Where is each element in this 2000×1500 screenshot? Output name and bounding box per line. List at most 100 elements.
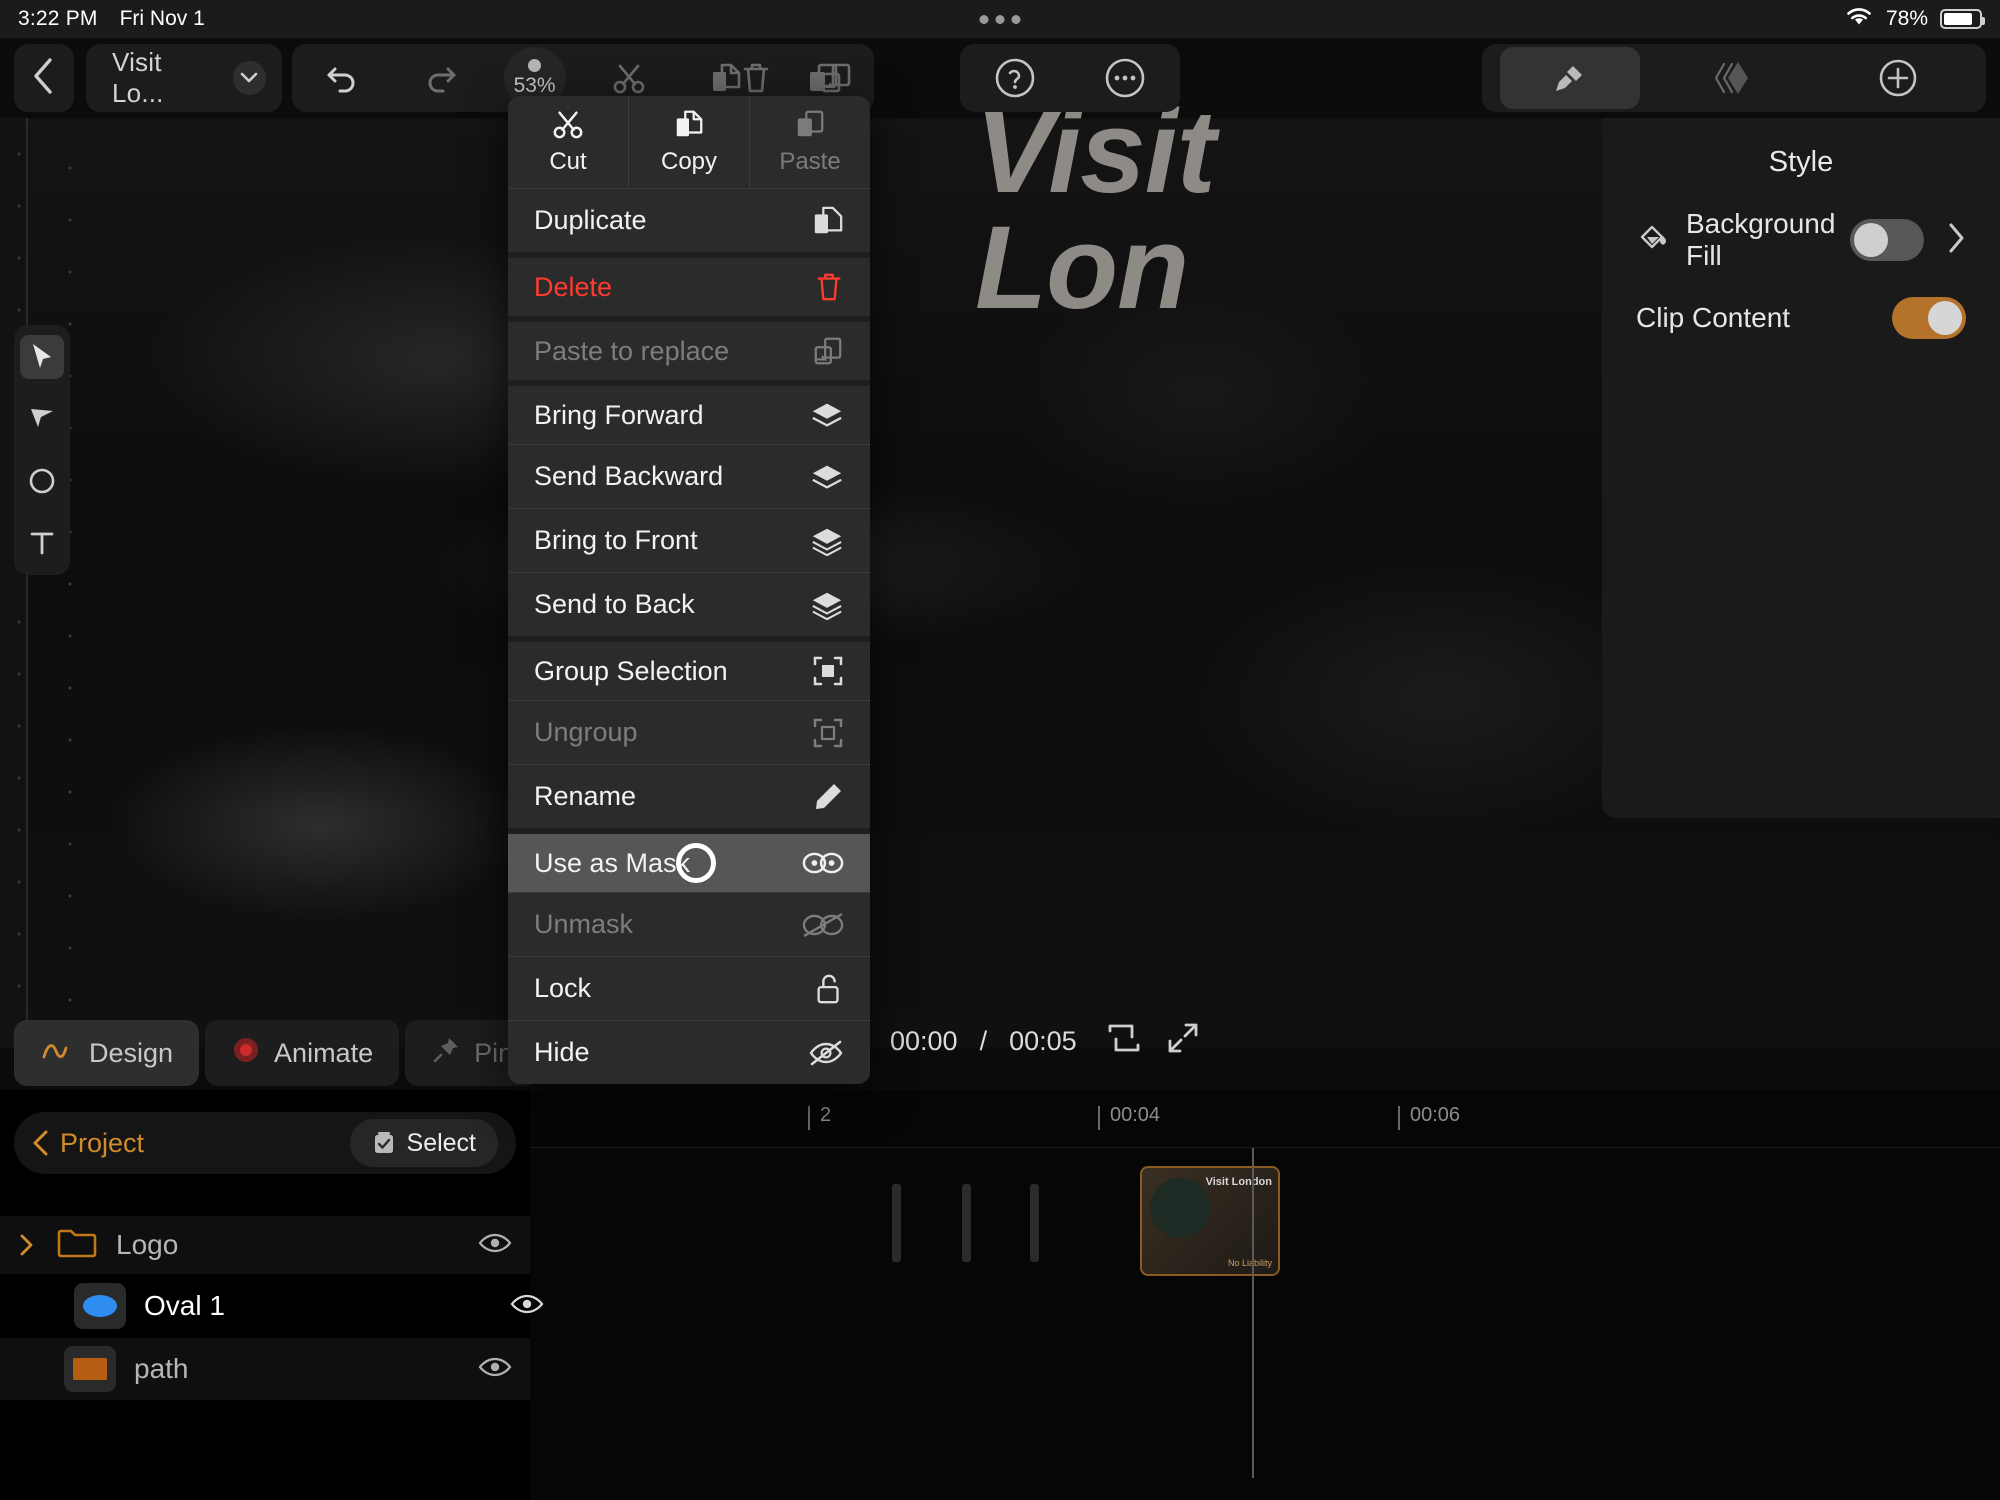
layers-icon	[810, 590, 844, 620]
tab-style[interactable]	[1500, 47, 1640, 109]
background-fill-toggle[interactable]	[1850, 219, 1924, 261]
layers-icon	[810, 526, 844, 556]
layers-icon	[810, 400, 844, 430]
context-item-send-to-back[interactable]: Send to Back	[508, 572, 870, 636]
clip-content-toggle[interactable]	[1892, 297, 1966, 339]
back-button[interactable]	[14, 44, 74, 112]
keyframe-bar[interactable]	[892, 1184, 901, 1262]
playhead[interactable]	[1252, 1148, 1254, 1478]
eye-icon[interactable]	[510, 1292, 544, 1321]
eye-slash-icon	[808, 1039, 844, 1067]
paint-roller-icon	[1556, 66, 1582, 91]
context-item-rename[interactable]: Rename	[508, 764, 870, 828]
mode-tab-design[interactable]: Design	[14, 1020, 200, 1086]
context-item-use-as-mask[interactable]: Use as Mask	[508, 828, 870, 892]
clip-content-row[interactable]: Clip Content	[1602, 279, 2000, 357]
pencil-icon	[812, 781, 844, 813]
project-back-button[interactable]: Project	[32, 1128, 144, 1159]
fullscreen-button[interactable]	[1165, 1020, 1201, 1063]
redo-icon	[428, 67, 456, 93]
context-item-label: Paste to replace	[534, 335, 730, 366]
canvas-ruler-dots	[58, 118, 74, 1048]
timeline-clip[interactable]: Visit London No Liability	[1140, 1166, 1280, 1276]
context-item-send-backward[interactable]: Send Backward	[508, 444, 870, 508]
redo-button[interactable]	[407, 44, 473, 112]
text-t-icon	[30, 532, 54, 555]
eye-icon[interactable]	[478, 1355, 512, 1384]
context-item-duplicate[interactable]: Duplicate	[508, 188, 870, 252]
select-tool[interactable]	[20, 335, 64, 379]
playback-total-time: 00:05	[1009, 1026, 1077, 1056]
context-item-ungroup[interactable]: Ungroup	[508, 700, 870, 764]
context-item-bring-to-front[interactable]: Bring to Front	[508, 508, 870, 572]
chevron-right-icon[interactable]	[1946, 222, 1966, 259]
select-button[interactable]: Select	[349, 1119, 498, 1167]
context-paste-button[interactable]: Paste	[750, 96, 870, 188]
context-item-delete[interactable]: Delete	[508, 252, 870, 316]
circle-icon	[29, 468, 55, 494]
ellipse-tool[interactable]	[20, 459, 64, 503]
context-item-unmask[interactable]: Unmask	[508, 892, 870, 956]
text-tool[interactable]	[20, 521, 64, 565]
context-copy-button[interactable]: Copy	[629, 96, 750, 188]
chevron-right-icon[interactable]	[18, 1233, 52, 1257]
playback-current-time: 00:00	[890, 1026, 958, 1056]
plus-circle-icon	[1879, 59, 1917, 97]
layers-diamond-icon	[1714, 62, 1748, 94]
tab-layers[interactable]	[1664, 44, 1804, 112]
context-cut-button[interactable]: Cut	[508, 96, 629, 188]
keyframe-bar[interactable]	[962, 1184, 971, 1262]
context-menu: Cut Copy Paste Duplicate Delete Paste to…	[508, 96, 870, 1084]
mask-icon	[802, 850, 844, 876]
help-button[interactable]	[975, 44, 1055, 112]
cursor-filled-icon	[31, 409, 53, 427]
layer-row-path[interactable]: path	[0, 1338, 530, 1400]
layer-row-oval-1[interactable]: Oval 1	[0, 1274, 544, 1338]
expand-icon	[1168, 1023, 1198, 1053]
context-item-group-selection[interactable]: Group Selection	[508, 636, 870, 700]
checkbox-icon	[374, 1132, 393, 1153]
background-fill-row[interactable]: Background Fill	[1602, 201, 2000, 279]
canvas-edge	[26, 118, 28, 1048]
paint-bucket-icon	[1636, 221, 1672, 260]
chevron-down-icon[interactable]	[232, 61, 266, 95]
multitask-handle[interactable]	[979, 14, 1021, 24]
context-item-paste-to-replace[interactable]: Paste to replace	[508, 316, 870, 380]
context-item-label: Use as Mask	[534, 847, 691, 878]
eye-icon[interactable]	[478, 1231, 512, 1260]
pin-icon	[431, 1035, 461, 1072]
style-panel: Style Background Fill Clip Content	[1602, 118, 2000, 818]
paste-replace-icon	[812, 335, 844, 367]
context-item-hide[interactable]: Hide	[508, 1020, 870, 1084]
context-item-label: Bring to Front	[534, 525, 698, 555]
timeline-tick: 00:06	[1397, 1104, 1461, 1130]
paste-replace-icon	[821, 63, 851, 93]
loop-button[interactable]	[1105, 1021, 1143, 1062]
layer-name: path	[134, 1353, 189, 1384]
layer-row-logo[interactable]: Logo	[0, 1216, 530, 1274]
context-item-bring-forward[interactable]: Bring Forward	[508, 380, 870, 444]
timeline-ruler[interactable]: 2 00:04 00:06	[530, 1090, 2000, 1148]
zoom-indicator-dot	[528, 58, 542, 72]
document-title: Visit Lo...	[112, 47, 164, 108]
canvas-hero-text[interactable]: Visit Lon	[975, 93, 1216, 326]
mode-tab-animate[interactable]: Animate	[205, 1020, 400, 1086]
context-item-lock[interactable]: Lock	[508, 956, 870, 1020]
direct-select-tool[interactable]	[20, 397, 64, 441]
timeline-track[interactable]: Visit London No Liability	[530, 1148, 2000, 1478]
add-button[interactable]	[1828, 44, 1968, 112]
mode-bar: Design Animate Pin	[14, 1020, 591, 1086]
more-options-button[interactable]	[1085, 44, 1165, 112]
zoom-level-value: 53%	[513, 73, 556, 97]
undo-icon	[327, 67, 355, 93]
timeline-panel[interactable]: 2 00:04 00:06 Visit London No Liability	[530, 1090, 2000, 1500]
layers-panel: Project Select Logo Oval 1 path	[0, 1090, 544, 1500]
timeline-tick: 2	[807, 1104, 832, 1130]
layer-name: Oval 1	[144, 1290, 225, 1321]
context-item-label: Send to Back	[534, 589, 695, 619]
undo-button[interactable]	[310, 44, 376, 112]
document-title-button[interactable]: Visit Lo...	[86, 44, 282, 112]
context-paste-label: Paste	[779, 148, 841, 175]
keyframe-bar[interactable]	[1030, 1184, 1039, 1262]
timeline-tick: 00:04	[1097, 1104, 1161, 1130]
